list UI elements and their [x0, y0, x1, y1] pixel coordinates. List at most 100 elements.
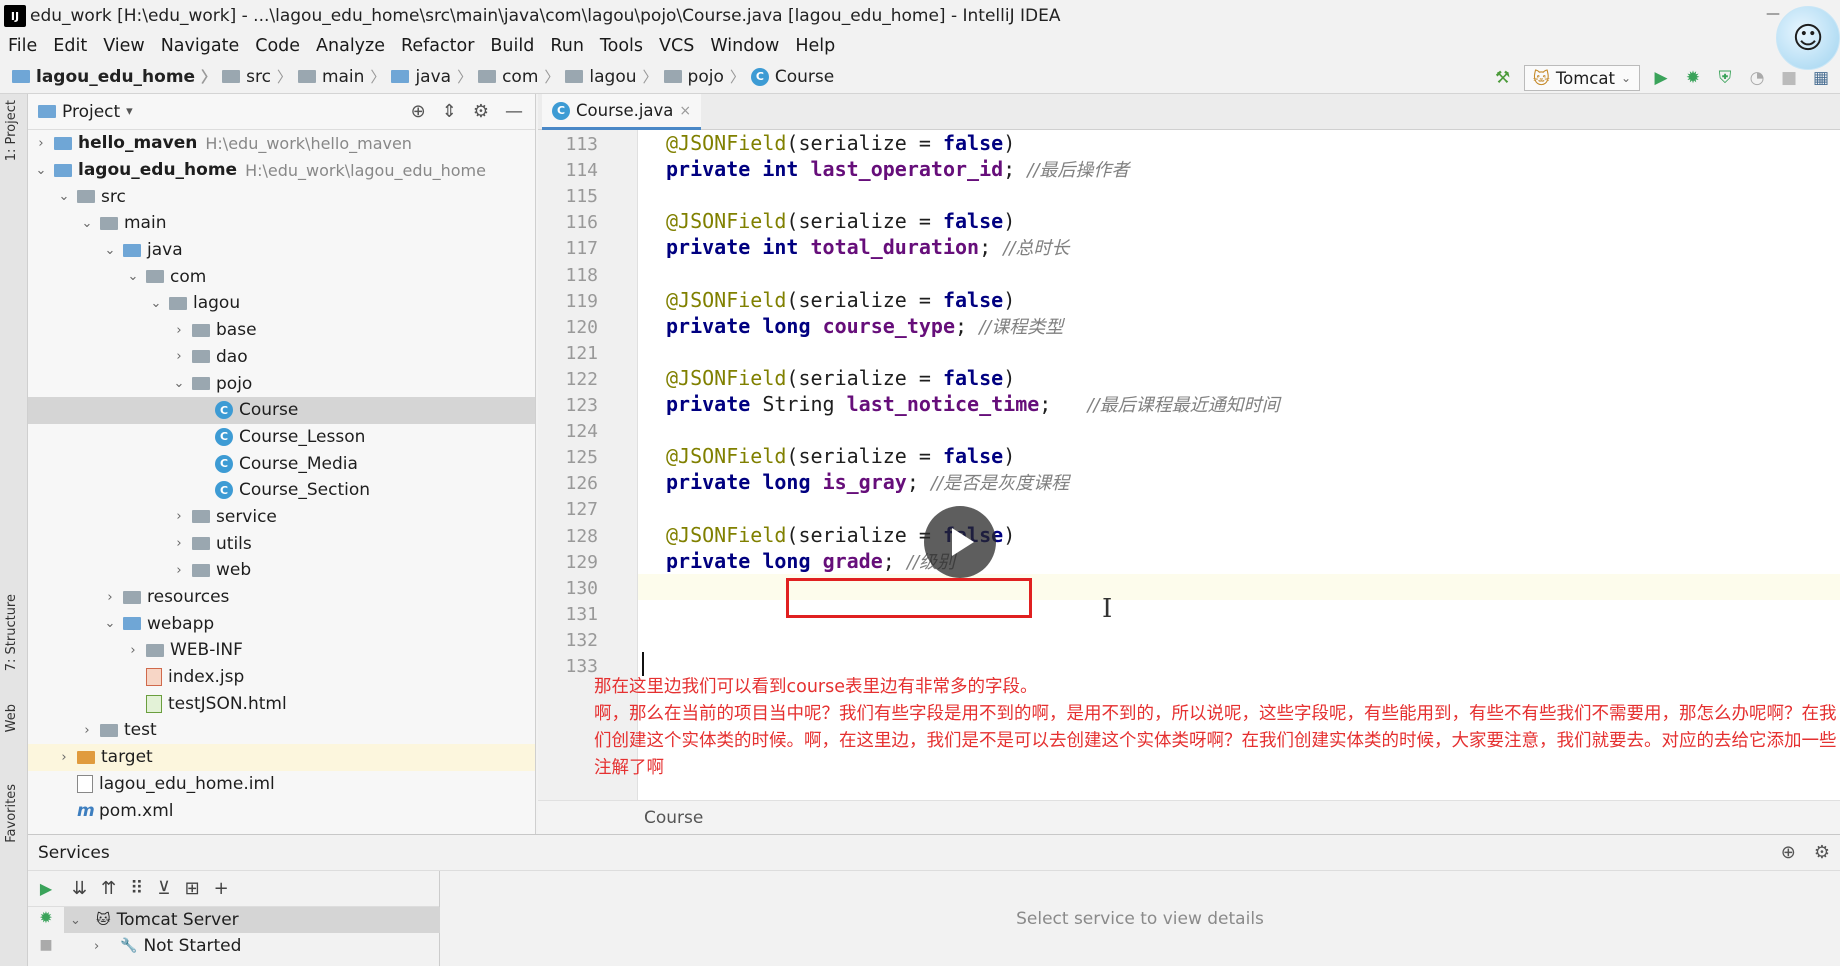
tree-node[interactable]: C Course_Lesson — [28, 424, 535, 451]
code-line[interactable]: private int last_operator_id; //最后操作者 — [638, 156, 1840, 182]
chevron-right-icon[interactable]: › — [170, 349, 188, 364]
editor-breadcrumb-item[interactable]: Course — [644, 808, 703, 828]
tree-node[interactable]: ⌄ com — [28, 263, 535, 290]
tab-web[interactable]: Web — [4, 704, 19, 732]
run-config-selector[interactable]: 🐱 Tomcat ⌄ — [1523, 65, 1640, 91]
coverage-icon[interactable]: ⛨ — [1714, 67, 1736, 89]
chevron-right-icon[interactable]: › — [94, 939, 112, 954]
tree-node[interactable]: › utils — [28, 530, 535, 557]
profile-icon[interactable]: ◔ — [1746, 67, 1768, 89]
menu-build[interactable]: Build — [490, 36, 534, 56]
menu-refactor[interactable]: Refactor — [401, 36, 474, 56]
menu-code[interactable]: Code — [255, 36, 300, 56]
chevron-down-icon[interactable]: ⌄ — [55, 189, 73, 204]
code-line[interactable]: @JSONField(serialize = false) — [638, 365, 1840, 391]
menu-navigate[interactable]: Navigate — [161, 36, 240, 56]
code-line[interactable]: @JSONField(serialize = false) — [638, 130, 1840, 156]
code-line[interactable]: @JSONField(serialize = false) — [638, 522, 1840, 548]
breadcrumb-item[interactable]: main 〉 — [297, 66, 385, 87]
service-node[interactable]: › 🔧 Not Started — [64, 933, 440, 959]
tree-node[interactable]: › hello_maven H:\edu_work\hello_maven — [28, 130, 535, 157]
menu-tools[interactable]: Tools — [600, 36, 643, 56]
close-icon[interactable]: × — [679, 103, 691, 119]
tree-node[interactable]: ⌄ pojo — [28, 370, 535, 397]
minimize-button[interactable]: — — [1766, 6, 1780, 22]
breadcrumb-item[interactable]: java 〉 — [391, 66, 472, 87]
code-line[interactable] — [638, 261, 1840, 287]
tree-node[interactable]: › WEB-INF — [28, 637, 535, 664]
code-line[interactable] — [638, 182, 1840, 208]
chevron-right-icon[interactable]: › — [32, 136, 50, 151]
chevron-down-icon[interactable]: ⌄ — [147, 296, 165, 311]
chevron-down-icon[interactable]: ⌄ — [101, 616, 119, 631]
tab-favorites[interactable]: Favorites — [4, 784, 19, 843]
tree-node[interactable]: ⌄ webapp — [28, 610, 535, 637]
breadcrumb-item[interactable]: pojo 〉 — [663, 66, 745, 87]
tree-node[interactable]: › base — [28, 317, 535, 344]
tab-structure[interactable]: 7: Structure — [4, 594, 19, 671]
stop-icon[interactable]: ■ — [1778, 67, 1800, 89]
run-icon[interactable]: ▶ — [40, 879, 52, 898]
project-panel-title[interactable]: Project — [62, 102, 120, 122]
code-line[interactable]: @JSONField(serialize = false) — [638, 443, 1840, 469]
code-line[interactable]: private long grade; //级别 — [638, 548, 1840, 574]
code-line[interactable]: private int total_duration; //总时长 — [638, 234, 1840, 260]
chevron-right-icon[interactable]: › — [55, 750, 73, 765]
new-tab-icon[interactable]: ⊞ — [185, 878, 200, 899]
collapse-all-icon[interactable]: ⇕ — [442, 101, 457, 122]
menu-run[interactable]: Run — [550, 36, 584, 56]
menu-help[interactable]: Help — [795, 36, 835, 56]
tab-project[interactable]: 1: Project — [4, 100, 19, 161]
menu-file[interactable]: File — [8, 36, 37, 56]
tree-node[interactable]: C Course_Media — [28, 450, 535, 477]
project-view-dropdown[interactable]: ▾ — [126, 104, 133, 119]
tree-node[interactable]: › web — [28, 557, 535, 584]
code-line[interactable] — [638, 495, 1840, 521]
chevron-down-icon[interactable]: ⌄ — [78, 216, 96, 231]
tree-node[interactable]: › resources — [28, 584, 535, 611]
chevron-right-icon[interactable]: › — [170, 563, 188, 578]
tree-node[interactable]: ⌄ main — [28, 210, 535, 237]
breadcrumb-item[interactable]: C Course — [750, 67, 834, 87]
code-line[interactable]: private long course_type; //课程类型 — [638, 313, 1840, 339]
chevron-down-icon[interactable]: ⌄ — [170, 376, 188, 391]
tree-node[interactable]: C Course — [28, 396, 535, 424]
hide-icon[interactable]: — — [505, 101, 523, 122]
chevron-right-icon[interactable]: › — [124, 643, 142, 658]
breadcrumb-item[interactable]: lagou 〉 — [565, 66, 658, 87]
locate-icon[interactable]: ⊕ — [411, 101, 426, 122]
chevron-right-icon[interactable]: › — [170, 536, 188, 551]
tree-node[interactable]: › dao — [28, 344, 535, 371]
breadcrumb-item[interactable]: lagou_edu_home 〉 — [12, 66, 216, 87]
stop-icon[interactable]: ■ — [39, 937, 52, 953]
code-line[interactable]: @JSONField(serialize = false) — [638, 287, 1840, 313]
code-line[interactable]: @JSONField(serialize = false) — [638, 208, 1840, 234]
chevron-right-icon[interactable]: › — [170, 509, 188, 524]
tab-course-java[interactable]: C Course.java × — [542, 94, 702, 130]
expand-all-icon[interactable]: ⇊ — [72, 878, 87, 899]
chevron-right-icon[interactable]: › — [101, 590, 119, 605]
code-line[interactable] — [638, 339, 1840, 365]
tree-node[interactable]: › target — [28, 743, 535, 771]
group-icon[interactable]: ⠿ — [130, 878, 143, 899]
tree-node[interactable]: m pom.xml — [28, 797, 535, 824]
chevron-down-icon[interactable]: ⌄ — [32, 163, 50, 178]
chevron-right-icon[interactable]: › — [170, 323, 188, 338]
breadcrumb-item[interactable]: com 〉 — [478, 66, 559, 87]
tree-node[interactable]: › service — [28, 504, 535, 531]
code-line[interactable] — [638, 417, 1840, 443]
debug-icon[interactable]: ✹ — [1682, 67, 1704, 89]
code-line[interactable]: private long is_gray; //是否是灰度课程 — [638, 469, 1840, 495]
service-node[interactable]: ⌄ 🐱 Tomcat Server — [64, 907, 440, 933]
tree-node[interactable]: testJSON.html — [28, 690, 535, 717]
tree-node[interactable]: ⌄ src — [28, 183, 535, 210]
tree-node[interactable]: index.jsp — [28, 664, 535, 691]
menu-window[interactable]: Window — [710, 36, 779, 56]
debug-icon[interactable]: ✹ — [39, 908, 52, 927]
tree-node[interactable]: ⌄ java — [28, 237, 535, 264]
video-play-button[interactable] — [924, 506, 996, 578]
chevron-right-icon[interactable]: › — [78, 723, 96, 738]
breadcrumb-item[interactable]: src 〉 — [222, 66, 292, 87]
chevron-down-icon[interactable]: ⌄ — [70, 913, 88, 928]
filter-icon[interactable]: ⊻ — [157, 878, 170, 899]
